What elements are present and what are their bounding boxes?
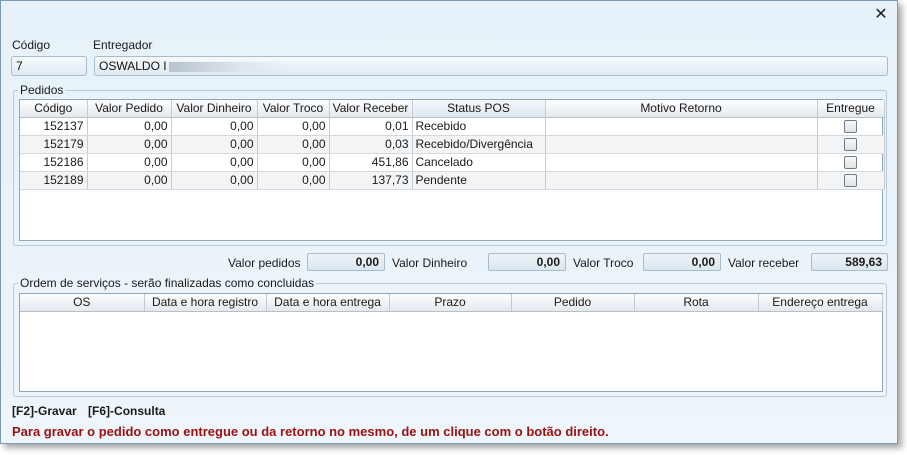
table-row[interactable]: 152137 0,00 0,00 0,00 0,01 Recebido: [20, 117, 885, 136]
valor-receber-field: 589,63: [811, 253, 888, 271]
col-valor-receber[interactable]: Valor Receber: [329, 100, 413, 118]
cell-valor-pedido: 0,00: [87, 117, 172, 136]
close-icon[interactable]: ✕: [873, 7, 889, 23]
cell-motivo-retorno[interactable]: [545, 171, 818, 190]
valor-pedidos-field: 0,00: [307, 253, 385, 271]
col-valor-troco[interactable]: Valor Troco: [257, 100, 330, 118]
cell-valor-dinheiro: 0,00: [171, 171, 258, 190]
valor-pedidos-label: Valor pedidos: [228, 256, 301, 270]
cell-motivo-retorno[interactable]: [545, 117, 818, 136]
entregue-checkbox[interactable]: [844, 174, 857, 188]
col-data-hora-registro[interactable]: Data e hora registro: [144, 294, 267, 312]
cell-entregue: [817, 153, 885, 172]
cell-status-pos: Pendente: [412, 171, 546, 190]
cell-valor-receber: 451,86: [329, 153, 413, 172]
cell-valor-dinheiro: 0,00: [171, 117, 258, 136]
cell-entregue: [817, 135, 885, 154]
cell-status-pos: Cancelado: [412, 153, 546, 172]
redacted-mark: [168, 61, 289, 72]
cell-status-pos: Recebido: [412, 117, 546, 136]
col-entregue[interactable]: Entregue: [817, 100, 885, 118]
valor-troco-field: 0,00: [643, 253, 721, 271]
consulta-hint: [F6]-Consulta: [88, 404, 166, 418]
col-status-pos[interactable]: Status POS: [412, 100, 546, 118]
entregue-checkbox[interactable]: [844, 120, 857, 134]
entregue-checkbox[interactable]: [844, 156, 857, 170]
cell-motivo-retorno[interactable]: [545, 135, 818, 154]
col-rota[interactable]: Rota: [634, 294, 759, 312]
cell-valor-pedido: 0,00: [87, 135, 172, 154]
cell-valor-pedido: 0,00: [87, 171, 172, 190]
entregador-value: OSWALDO I: [99, 59, 167, 73]
cell-codigo: 152189: [20, 171, 88, 190]
cell-entregue: [817, 171, 885, 190]
cell-motivo-retorno[interactable]: [545, 153, 818, 172]
cell-entregue: [817, 117, 885, 136]
cell-valor-receber: 0,03: [329, 135, 413, 154]
pedidos-grid[interactable]: Código Valor Pedido Valor Dinheiro Valor…: [19, 99, 885, 241]
cell-valor-troco: 0,00: [257, 153, 330, 172]
col-valor-dinheiro[interactable]: Valor Dinheiro: [171, 100, 258, 118]
valor-receber-label: Valor receber: [728, 256, 800, 270]
col-codigo[interactable]: Código: [20, 100, 88, 118]
cell-valor-troco: 0,00: [257, 117, 330, 136]
col-motivo-retorno[interactable]: Motivo Retorno: [545, 100, 818, 118]
valor-troco-label: Valor Troco: [573, 256, 634, 270]
cell-valor-troco: 0,00: [257, 171, 330, 190]
entregador-label: Entregador: [93, 38, 153, 52]
cell-valor-troco: 0,00: [257, 135, 330, 154]
ordens-table: OS Data e hora registro Data e hora entr…: [20, 294, 883, 312]
col-valor-pedido[interactable]: Valor Pedido: [87, 100, 172, 118]
valor-dinheiro-field: 0,00: [488, 253, 566, 271]
warning-message: Para gravar o pedido como entregue ou da…: [12, 424, 609, 439]
ordens-grid[interactable]: OS Data e hora registro Data e hora entr…: [19, 293, 883, 392]
cell-valor-receber: 0,01: [329, 117, 413, 136]
gravar-hint: [F2]-Gravar: [12, 404, 77, 418]
cell-status-pos: Recebido/Divergência: [412, 135, 546, 154]
shortcut-hints: [F2]-Gravar [F6]-Consulta: [12, 404, 173, 418]
col-endereco-entrega[interactable]: Endereço entrega: [758, 294, 883, 312]
pedidos-table: Código Valor Pedido Valor Dinheiro Valor…: [20, 100, 885, 190]
table-row[interactable]: 152179 0,00 0,00 0,00 0,03 Recebido/Dive…: [20, 135, 885, 154]
col-pedido[interactable]: Pedido: [511, 294, 635, 312]
pedidos-legend: Pedidos: [20, 83, 64, 97]
cell-valor-receber: 137,73: [329, 171, 413, 190]
valor-dinheiro-label: Valor Dinheiro: [392, 256, 468, 270]
codigo-label: Código: [12, 38, 51, 52]
entregador-field[interactable]: OSWALDO I: [94, 56, 888, 76]
table-row[interactable]: 152186 0,00 0,00 0,00 451,86 Cancelado: [20, 153, 885, 172]
cell-valor-dinheiro: 0,00: [171, 135, 258, 154]
col-prazo[interactable]: Prazo: [389, 294, 512, 312]
col-os[interactable]: OS: [20, 294, 145, 312]
delivery-dialog: ✕ Código 7 Entregador OSWALDO I Pedidos …: [0, 0, 898, 444]
cell-valor-pedido: 0,00: [87, 153, 172, 172]
entregue-checkbox[interactable]: [844, 138, 857, 152]
ordens-legend: Ordem de serviços - serão finalizadas co…: [20, 276, 315, 290]
table-row[interactable]: 152189 0,00 0,00 0,00 137,73 Pendente: [20, 171, 885, 190]
cell-codigo: 152186: [20, 153, 88, 172]
cell-codigo: 152137: [20, 117, 88, 136]
codigo-field[interactable]: 7: [11, 56, 87, 76]
cell-valor-dinheiro: 0,00: [171, 153, 258, 172]
cell-codigo: 152179: [20, 135, 88, 154]
col-data-hora-entrega[interactable]: Data e hora entrega: [266, 294, 390, 312]
